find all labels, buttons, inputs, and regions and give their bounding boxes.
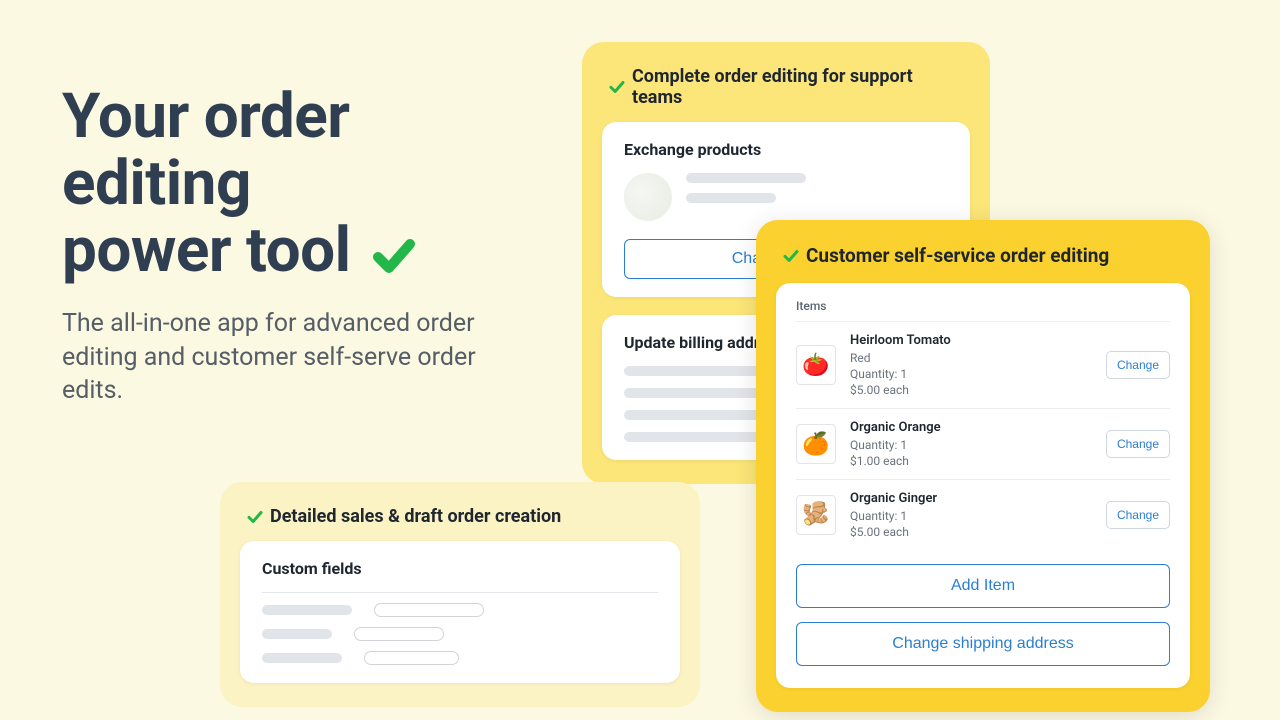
add-item-button[interactable]: Add Item xyxy=(796,564,1170,608)
check-icon xyxy=(608,78,626,96)
item-thumbnail: 🫚 xyxy=(796,495,836,535)
item-price: $5.00 each xyxy=(850,524,1092,540)
item-price: $5.00 each xyxy=(850,382,1092,398)
item-thumbnail: 🍅 xyxy=(796,345,836,385)
items-label: Items xyxy=(796,299,1170,313)
skeleton-line xyxy=(262,653,342,663)
card-title: Exchange products xyxy=(624,140,948,159)
item-price: $1.00 each xyxy=(850,453,1092,469)
change-item-button[interactable]: Change xyxy=(1106,501,1170,529)
skeleton-row xyxy=(262,627,658,641)
item-name: Organic Orange xyxy=(850,419,1092,437)
panel-customer-self-service: Customer self-service order editing Item… xyxy=(756,220,1210,712)
skeleton-line xyxy=(686,193,776,203)
skeleton-line xyxy=(262,605,352,615)
item-quantity: Quantity: 1 xyxy=(850,366,1092,382)
panel-title: Customer self-service order editing xyxy=(776,240,1190,283)
panel-title-text: Customer self-service order editing xyxy=(806,244,1109,267)
panel-sales-draft: Detailed sales & draft order creation Cu… xyxy=(220,482,700,707)
hero-title-line: editing xyxy=(62,147,251,220)
skeleton-row xyxy=(262,603,658,617)
change-item-button[interactable]: Change xyxy=(1106,430,1170,458)
check-icon xyxy=(246,508,264,526)
check-icon xyxy=(370,227,418,275)
skeleton-pill xyxy=(374,603,484,617)
item-row: 🫚 Organic Ginger Quantity: 1 $5.00 each … xyxy=(796,479,1170,550)
skeleton-pill xyxy=(354,627,444,641)
skeleton-line xyxy=(262,629,332,639)
item-quantity: Quantity: 1 xyxy=(850,508,1092,524)
panel-title: Complete order editing for support teams xyxy=(602,62,970,122)
hero-subtitle: The all-in-one app for advanced order ed… xyxy=(62,307,502,408)
item-name: Organic Ginger xyxy=(850,490,1092,508)
item-variant: Red xyxy=(850,350,1092,366)
divider xyxy=(262,592,658,593)
custom-fields-card: Custom fields xyxy=(240,541,680,683)
item-info: Organic Ginger Quantity: 1 $5.00 each xyxy=(850,490,1092,540)
item-row: 🍅 Heirloom Tomato Red Quantity: 1 $5.00 … xyxy=(796,321,1170,408)
item-quantity: Quantity: 1 xyxy=(850,437,1092,453)
skeleton-row xyxy=(262,651,658,665)
product-row xyxy=(624,173,948,221)
item-name: Heirloom Tomato xyxy=(850,332,1092,350)
item-thumbnail: 🍊 xyxy=(796,424,836,464)
item-info: Heirloom Tomato Red Quantity: 1 $5.00 ea… xyxy=(850,332,1092,398)
panel-title-text: Complete order editing for support teams xyxy=(632,66,964,108)
skeleton-pill xyxy=(364,651,459,665)
skeleton-line xyxy=(686,173,806,183)
card-title: Custom fields xyxy=(262,559,658,578)
hero-title-line: power tool xyxy=(62,214,351,287)
items-card: Items 🍅 Heirloom Tomato Red Quantity: 1 … xyxy=(776,283,1190,688)
change-shipping-button[interactable]: Change shipping address xyxy=(796,622,1170,666)
item-info: Organic Orange Quantity: 1 $1.00 each xyxy=(850,419,1092,469)
check-icon xyxy=(782,247,800,265)
panel-title: Detailed sales & draft order creation xyxy=(240,502,680,541)
hero: Your order editing power tool The all-in… xyxy=(62,84,502,408)
change-item-button[interactable]: Change xyxy=(1106,351,1170,379)
hero-title: Your order editing power tool xyxy=(62,84,502,285)
panel-title-text: Detailed sales & draft order creation xyxy=(270,506,561,527)
hero-title-line: Your order xyxy=(62,80,349,153)
item-row: 🍊 Organic Orange Quantity: 1 $1.00 each … xyxy=(796,408,1170,479)
product-thumbnail xyxy=(624,173,672,221)
